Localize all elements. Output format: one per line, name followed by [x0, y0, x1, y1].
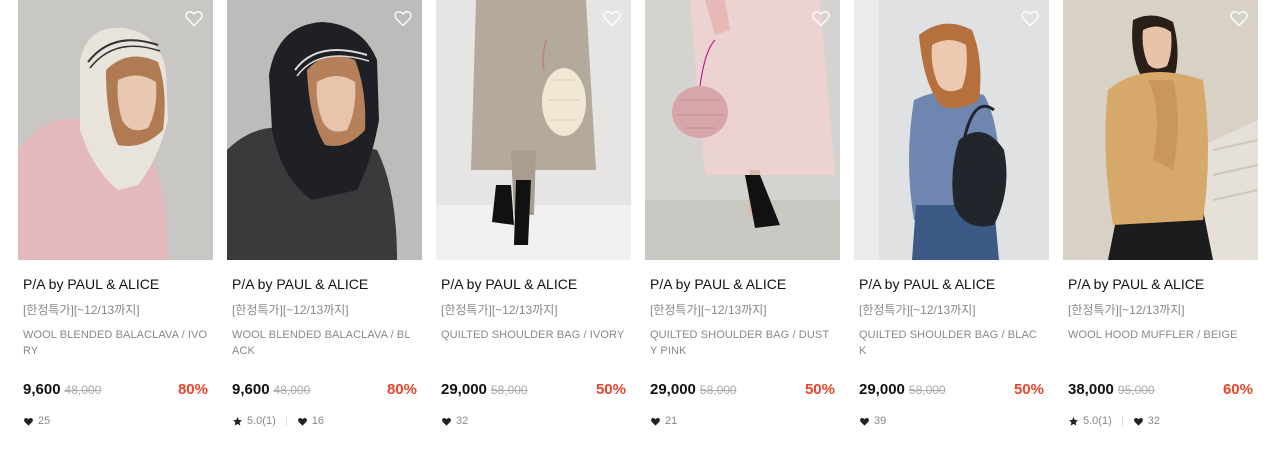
product-photo-bag-dusty-pink	[645, 0, 840, 260]
heart-outline-icon[interactable]	[184, 8, 204, 28]
heart-outline-icon[interactable]	[393, 8, 413, 28]
heart-filled-icon	[297, 417, 307, 426]
product-name[interactable]: QUILTED SHOULDER BAG / BLACK	[859, 327, 1044, 361]
rating: 5.0(1)	[1068, 415, 1112, 427]
product-meta: 5.0(1) 32	[1068, 414, 1253, 428]
sale-price: 9,600	[23, 381, 61, 398]
heart-filled-icon	[860, 417, 869, 426]
price-row: 9,600 48,000 80%	[23, 381, 208, 399]
heart-filled-icon	[24, 417, 33, 426]
rating-value: 5.0(1)	[1083, 415, 1112, 427]
rating: 5.0(1)	[232, 415, 276, 427]
likes-count: 32	[1147, 415, 1160, 427]
product-image[interactable]	[227, 0, 422, 260]
product-brand[interactable]: P/A by PAUL & ALICE	[232, 276, 417, 292]
sale-price: 29,000	[650, 381, 696, 398]
heart-filled-icon	[651, 417, 660, 426]
product-brand[interactable]: P/A by PAUL & ALICE	[1068, 276, 1253, 292]
discount-rate: 50%	[804, 381, 835, 398]
product-name[interactable]: WOOL BLENDED BALACLAVA / IVORY	[23, 327, 208, 361]
product-card[interactable]: P/A by PAUL & ALICE [한정특가][~12/13까지] QUI…	[436, 0, 631, 428]
heart-outline-icon[interactable]	[1020, 8, 1040, 28]
promo-tag: [한정특가][~12/13까지]	[441, 303, 558, 317]
product-photo-balaclava-ivory	[18, 0, 213, 260]
product-name[interactable]: WOOL HOOD MUFFLER / BEIGE	[1068, 327, 1253, 361]
promo-tag: [한정특가][~12/13까지]	[232, 303, 349, 317]
product-meta: 25	[23, 414, 208, 428]
product-card[interactable]: P/A by PAUL & ALICE [한정특가][~12/13까지] WOO…	[227, 0, 422, 428]
promo-tag: [한정특가][~12/13까지]	[859, 303, 976, 317]
product-meta: 39	[859, 414, 1044, 428]
price-row: 29,000 58,000 50%	[441, 381, 626, 399]
product-card[interactable]: P/A by PAUL & ALICE [한정특가][~12/13까지] WOO…	[18, 0, 213, 428]
sale-price: 9,600	[232, 381, 270, 398]
product-image[interactable]	[854, 0, 1049, 260]
product-image[interactable]	[436, 0, 631, 260]
price-row: 29,000 58,000 50%	[859, 381, 1044, 399]
product-card[interactable]: P/A by PAUL & ALICE [한정특가][~12/13까지] QUI…	[854, 0, 1049, 428]
heart-filled-icon	[442, 417, 451, 426]
product-photo-bag-ivory	[436, 0, 631, 260]
original-price: 58,000	[908, 383, 946, 397]
product-meta: 21	[650, 414, 835, 428]
product-photo-balaclava-black	[227, 0, 422, 260]
star-icon	[1068, 416, 1079, 426]
likes: 32	[1133, 415, 1160, 427]
product-name[interactable]: QUILTED SHOULDER BAG / IVORY	[441, 327, 626, 361]
product-brand[interactable]: P/A by PAUL & ALICE	[23, 276, 208, 292]
product-name[interactable]: QUILTED SHOULDER BAG / DUSTY PINK	[650, 327, 835, 361]
rating-value: 5.0(1)	[247, 415, 276, 427]
likes-count: 25	[38, 415, 51, 427]
promo-tag: [한정특가][~12/13까지]	[650, 303, 767, 317]
discount-rate: 50%	[1013, 381, 1044, 398]
product-image[interactable]	[18, 0, 213, 260]
star-icon	[232, 416, 243, 426]
discount-rate: 60%	[1222, 381, 1253, 398]
promo-tag: [한정특가][~12/13까지]	[23, 303, 140, 317]
price-row: 38,000 95,000 60%	[1068, 381, 1253, 399]
product-brand[interactable]: P/A by PAUL & ALICE	[441, 276, 626, 292]
product-meta: 32	[441, 414, 626, 428]
price-row: 9,600 48,000 80%	[232, 381, 417, 399]
promo-tag: [한정특가][~12/13까지]	[1068, 303, 1185, 317]
discount-rate: 80%	[177, 381, 208, 398]
product-grid: P/A by PAUL & ALICE [한정특가][~12/13까지] WOO…	[18, 0, 1258, 428]
product-image[interactable]	[645, 0, 840, 260]
product-image[interactable]	[1063, 0, 1258, 260]
original-price: 58,000	[699, 383, 737, 397]
sale-price: 29,000	[859, 381, 905, 398]
sale-price: 29,000	[441, 381, 487, 398]
likes-count: 39	[874, 415, 887, 427]
original-price: 48,000	[64, 383, 102, 397]
divider	[1121, 416, 1123, 426]
original-price: 58,000	[490, 383, 528, 397]
divider	[285, 416, 287, 426]
likes: 25	[23, 415, 50, 427]
likes-count: 21	[665, 415, 678, 427]
discount-rate: 80%	[386, 381, 417, 398]
sale-price: 38,000	[1068, 381, 1114, 398]
likes-count: 32	[456, 415, 469, 427]
heart-outline-icon[interactable]	[602, 8, 622, 28]
heart-outline-icon[interactable]	[1229, 8, 1249, 28]
original-price: 95,000	[1117, 383, 1155, 397]
product-meta: 5.0(1) 16	[232, 414, 417, 428]
likes: 21	[650, 415, 677, 427]
product-photo-bag-black	[854, 0, 1049, 260]
likes: 32	[441, 415, 468, 427]
price-row: 29,000 58,000 50%	[650, 381, 835, 399]
product-brand[interactable]: P/A by PAUL & ALICE	[650, 276, 835, 292]
product-card[interactable]: P/A by PAUL & ALICE [한정특가][~12/13까지] WOO…	[1063, 0, 1258, 428]
likes: 39	[859, 415, 886, 427]
product-name[interactable]: WOOL BLENDED BALACLAVA / BLACK	[232, 327, 417, 361]
discount-rate: 50%	[595, 381, 626, 398]
likes-count: 16	[311, 415, 324, 427]
product-brand[interactable]: P/A by PAUL & ALICE	[859, 276, 1044, 292]
likes: 16	[297, 415, 324, 427]
product-card[interactable]: P/A by PAUL & ALICE [한정특가][~12/13까지] QUI…	[645, 0, 840, 428]
heart-filled-icon	[1133, 417, 1143, 426]
heart-outline-icon[interactable]	[811, 8, 831, 28]
product-photo-hood-muffler-beige	[1063, 0, 1258, 260]
original-price: 48,000	[273, 383, 311, 397]
